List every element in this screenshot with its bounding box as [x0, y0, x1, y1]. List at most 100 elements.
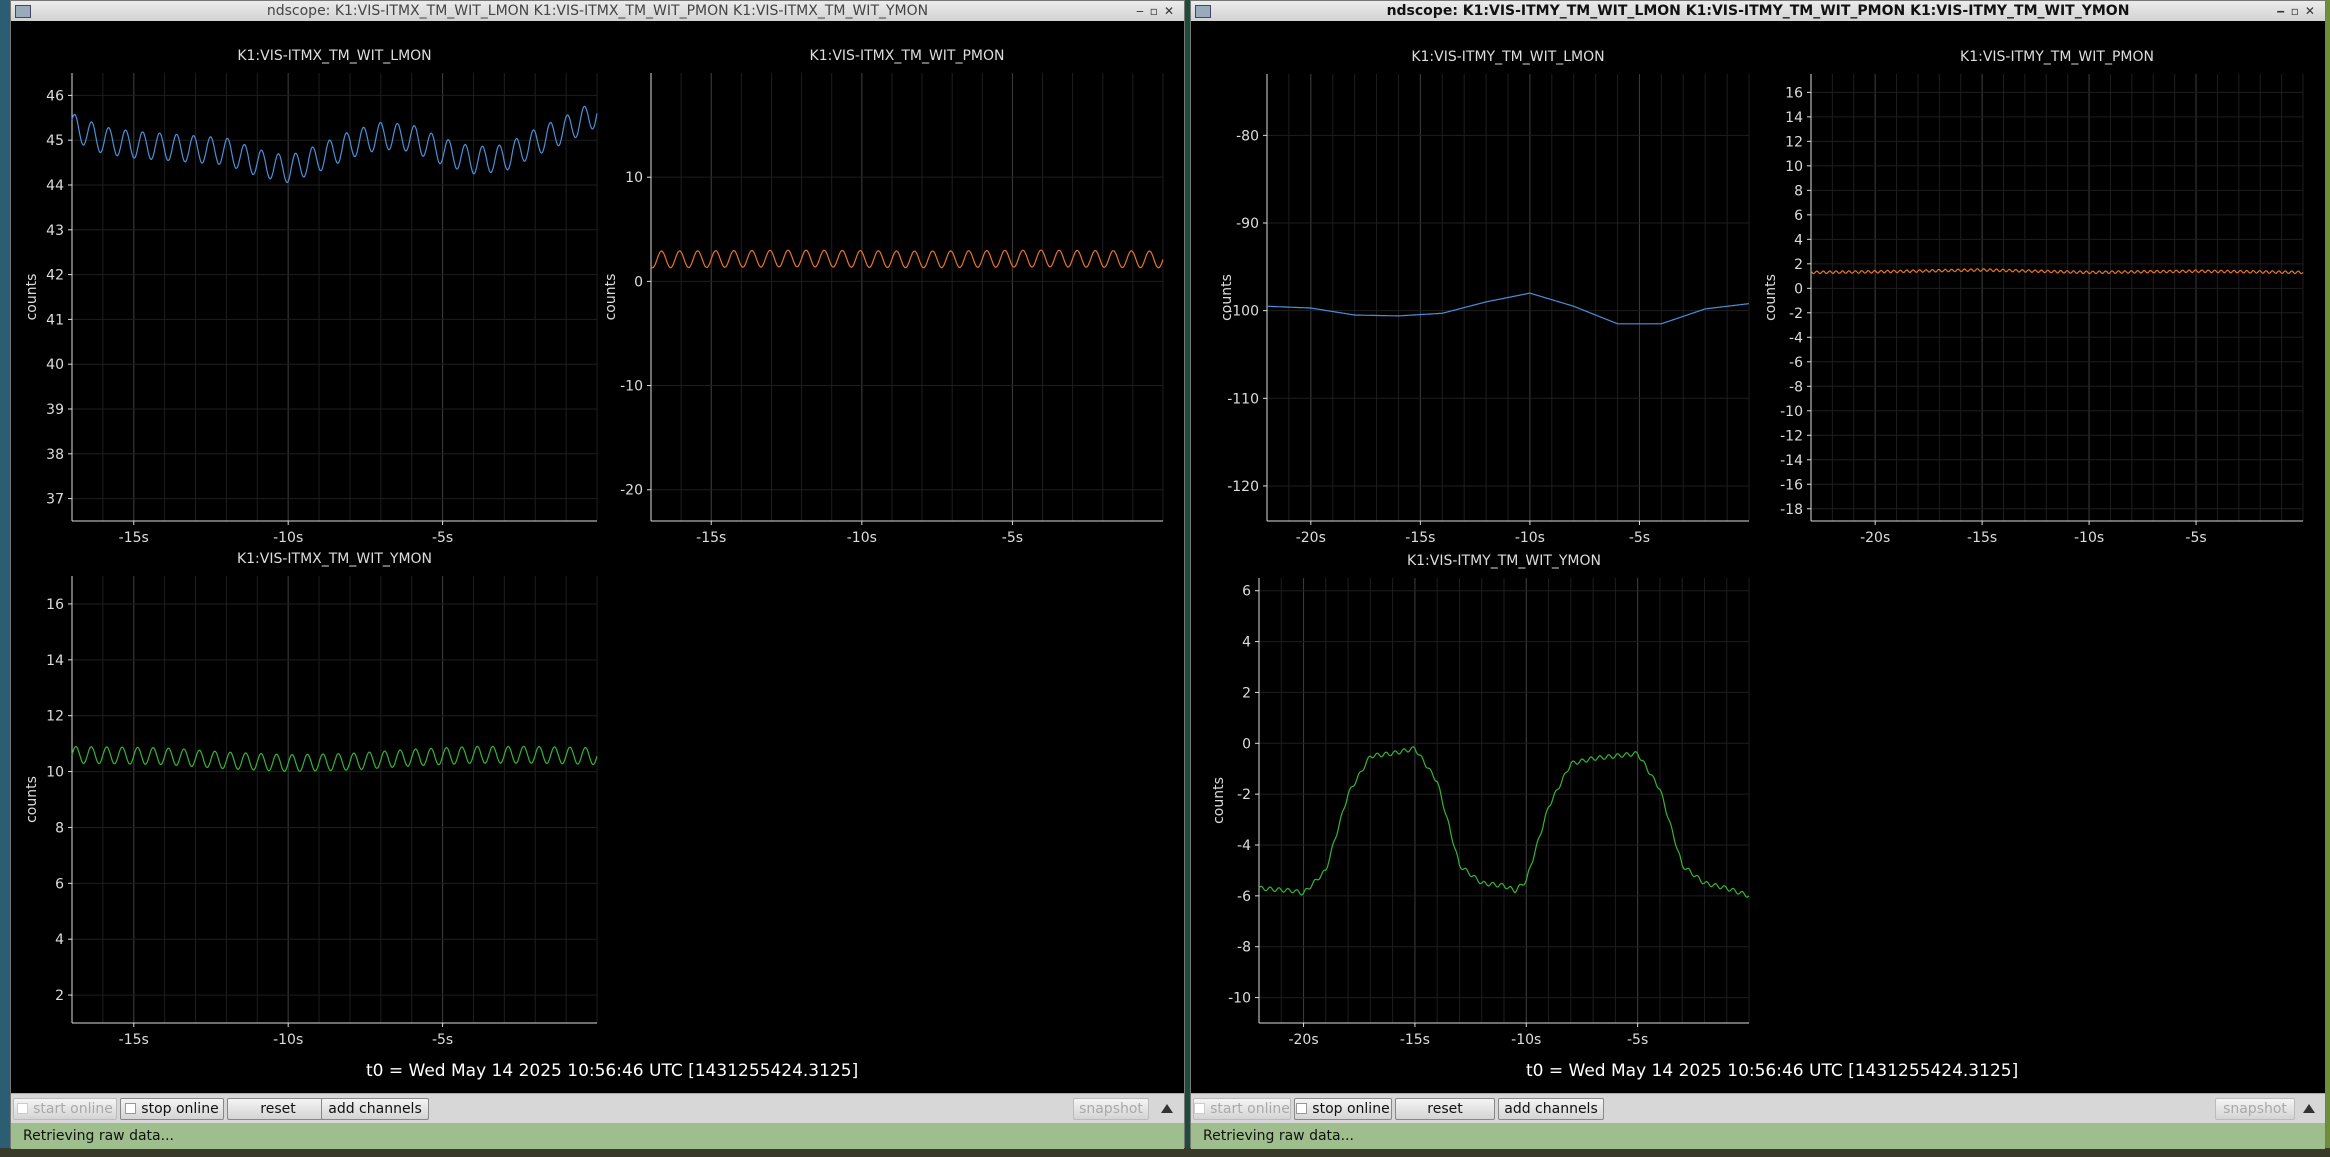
y-tick-label: 2: [1242, 685, 1251, 701]
y-tick-label: 6: [55, 876, 64, 892]
plot-title: K1:VIS-ITMX_TM_WIT_YMON: [237, 551, 432, 567]
x-tick-label: -10s: [273, 530, 303, 546]
y-tick-label: 42: [46, 268, 64, 284]
x-tick-label: -5s: [1629, 530, 1650, 546]
y-tick-label: 4: [55, 932, 64, 948]
x-tick-label: -15s: [696, 530, 726, 546]
y-tick-label: 6: [1242, 584, 1251, 600]
plot-title: K1:VIS-ITMX_TM_WIT_PMON: [810, 48, 1005, 64]
x-tick-label: -15s: [119, 530, 149, 546]
y-tick-label: 37: [46, 492, 64, 508]
y-axis-label: counts: [1211, 777, 1227, 824]
app-icon[interactable]: [15, 5, 31, 18]
plot-panel: -18 -16 -14 -12 -10 -8 -6 -4 -2 0 2 4 6 8 10 12 14 16 -20s…: [1763, 49, 2304, 546]
y-tick-label: 6: [1794, 208, 1803, 224]
y-tick-label: 12: [1785, 134, 1803, 150]
series-line: [650, 249, 1164, 269]
status-bar: Retrieving raw data...: [11, 1123, 1184, 1149]
y-tick-label: -8: [1237, 940, 1251, 956]
window-titlebar[interactable]: ndscope: K1:VIS-ITMY_TM_WIT_LMON K1:VIS-…: [1191, 1, 2325, 21]
checkbox-icon: [125, 1103, 137, 1114]
y-tick-label: -16: [1780, 477, 1803, 493]
y-tick-label: 10: [1785, 159, 1803, 175]
x-tick-label: -5s: [432, 1032, 453, 1048]
x-tick-label: -10s: [1515, 530, 1545, 546]
y-tick-label: 0: [1794, 281, 1803, 297]
x-tick-label: -15s: [119, 1032, 149, 1048]
y-tick-label: -10: [1780, 404, 1803, 420]
plot-area[interactable]: 37383940414243444546-15s -10s -5sK1:VIS-IT…: [11, 21, 1184, 1073]
plot-title: K1:VIS-ITMY_TM_WIT_YMON: [1407, 553, 1601, 569]
plot-panel: -20 -10 0 10 -15s -10s -5s K1:VIS-ITMX_TM_WIT_P…: [603, 48, 1164, 546]
y-tick-label: 8: [55, 820, 64, 836]
series-line: [71, 745, 598, 773]
y-tick-label: 0: [634, 274, 643, 290]
y-tick-label: 46: [46, 88, 64, 104]
y-tick-label: 8: [1794, 183, 1803, 199]
x-tick-label: -15s: [1400, 1032, 1430, 1048]
x-tick-label: -15s: [1405, 530, 1435, 546]
y-tick-label: -18: [1780, 502, 1803, 518]
y-tick-label: 40: [46, 357, 64, 373]
plot-area[interactable]: -120-110-100-90-80-20s -15s -10s -5sK1:VIS-…: [1191, 21, 2325, 1073]
y-tick-label: -2: [1789, 306, 1803, 322]
window-titlebar[interactable]: ndscope: K1:VIS-ITMX_TM_WIT_LMON K1:VIS-…: [11, 1, 1184, 21]
x-tick-label: -10s: [273, 1032, 303, 1048]
x-tick-label: -5s: [432, 530, 453, 546]
window-controls[interactable]: ‒▫✕: [2276, 1, 2321, 21]
y-tick-label: -20: [620, 483, 643, 499]
y-tick-label: -8: [1789, 379, 1803, 395]
y-tick-label: 10: [46, 765, 64, 781]
series-line: [1810, 268, 2304, 275]
snapshot-button[interactable]: snapshot: [1073, 1098, 1149, 1120]
y-axis-label: counts: [1763, 274, 1779, 321]
x-tick-label: -10s: [1511, 1032, 1541, 1048]
add-channels-button[interactable]: add channels: [321, 1098, 429, 1120]
y-tick-label: 2: [1794, 257, 1803, 273]
desktop-background-right: [2326, 0, 2330, 1157]
plot-panel: -10 -8 -6 -4 -2 0 2 4 6 -20s -15s -10s -5s K1:VIS-ITM…: [1211, 553, 1750, 1048]
y-tick-label: 45: [46, 133, 64, 149]
y-tick-label: -4: [1789, 330, 1803, 346]
app-icon[interactable]: [1195, 5, 1211, 18]
chevron-up-icon[interactable]: [2303, 1104, 2315, 1113]
window-controls[interactable]: ‒▫✕: [1136, 1, 1180, 21]
y-tick-label: 43: [46, 223, 64, 239]
t0-label: t0 = Wed May 14 2025 10:56:46 UTC [14312…: [366, 1061, 859, 1081]
y-tick-label: 16: [1785, 85, 1803, 101]
ndscope-window-left: ndscope: K1:VIS-ITMX_TM_WIT_LMON K1:VIS-…: [10, 0, 1185, 1149]
x-tick-label: -15s: [1967, 530, 1997, 546]
checkbox-icon: [1296, 1103, 1308, 1114]
x-tick-label: -10s: [847, 530, 877, 546]
snapshot-button[interactable]: snapshot: [2215, 1098, 2295, 1120]
stop-online-button[interactable]: stop online: [120, 1098, 224, 1120]
checkbox-icon: [1194, 1103, 1206, 1114]
y-tick-label: -10: [1228, 991, 1251, 1007]
x-tick-label: -5s: [2185, 530, 2206, 546]
plot-panel: 37 38 39 40 41 42 43 44 45 46 -15s -10s -5s K1:VIS-IT…: [24, 48, 598, 546]
start-online-button[interactable]: start online: [1193, 1098, 1291, 1120]
start-online-button[interactable]: start online: [13, 1098, 117, 1120]
reset-button[interactable]: reset: [1395, 1098, 1495, 1120]
plot-title: K1:VIS-ITMY_TM_WIT_LMON: [1411, 49, 1604, 65]
y-tick-label: 4: [1242, 635, 1251, 651]
y-tick-label: -6: [1789, 355, 1803, 371]
y-tick-label: -120: [1227, 479, 1259, 495]
reset-button[interactable]: reset: [227, 1098, 329, 1120]
button-bar: start online stop online reset add chann…: [11, 1093, 1184, 1124]
y-tick-label: -6: [1237, 889, 1251, 905]
status-bar: Retrieving raw data...: [1191, 1123, 2325, 1149]
y-tick-label: 38: [46, 447, 64, 463]
y-tick-label: -12: [1780, 428, 1803, 444]
add-channels-button[interactable]: add channels: [1498, 1098, 1604, 1120]
chevron-up-icon[interactable]: [1161, 1104, 1173, 1113]
t0-label: t0 = Wed May 14 2025 10:56:46 UTC [14312…: [1526, 1061, 2019, 1081]
y-tick-label: -4: [1237, 838, 1251, 854]
stop-online-button[interactable]: stop online: [1294, 1098, 1392, 1120]
window-title: ndscope: K1:VIS-ITMX_TM_WIT_LMON K1:VIS-…: [266, 3, 929, 19]
y-tick-label: 41: [46, 312, 64, 328]
y-tick-label: 12: [46, 709, 64, 725]
plot-title: K1:VIS-ITMX_TM_WIT_LMON: [237, 48, 431, 64]
y-tick-label: 2: [55, 988, 64, 1004]
desktop-taskbar-strip: [0, 1148, 2330, 1157]
